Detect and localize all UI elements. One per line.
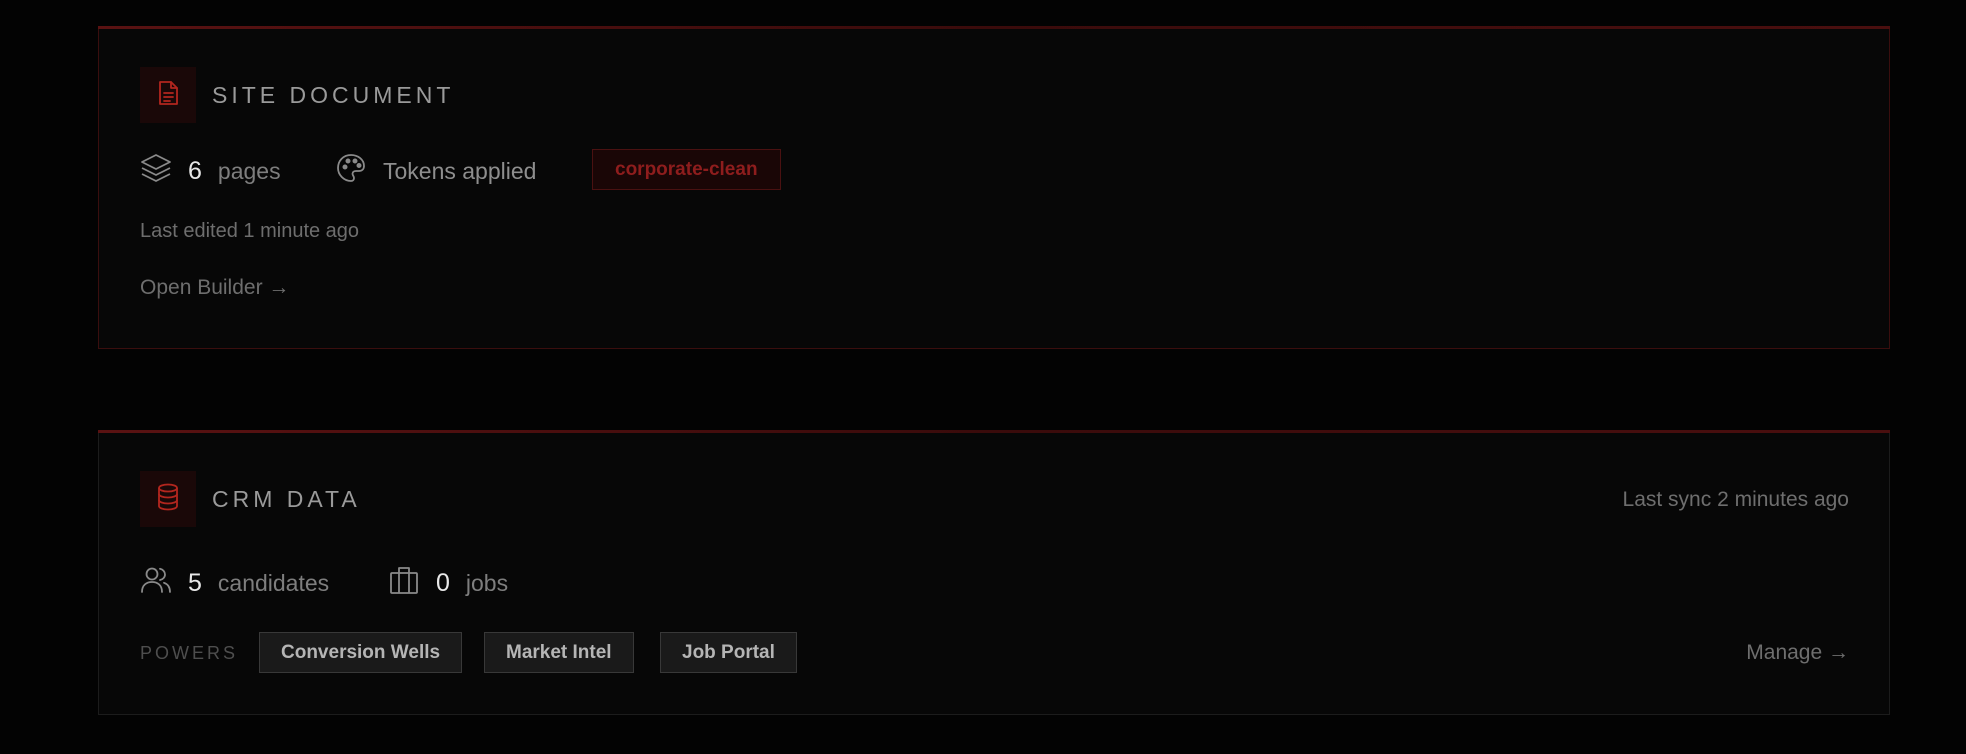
- candidates-count: 5: [188, 568, 202, 597]
- database-icon-box: [140, 471, 196, 527]
- jobs-count: 0: [436, 568, 450, 597]
- document-icon-box: [140, 67, 196, 123]
- pages-count: 6: [188, 156, 202, 185]
- pages-label: pages: [217, 157, 281, 184]
- briefcase-icon: [388, 564, 436, 602]
- users-icon: [140, 564, 188, 602]
- crm-data-title: CRM DATA: [212, 486, 361, 512]
- power-pill-conversion-wells[interactable]: Conversion Wells: [259, 632, 463, 673]
- jobs-label: jobs: [465, 569, 509, 596]
- theme-badge: corporate-clean: [592, 149, 781, 190]
- layers-icon: [140, 152, 188, 190]
- database-icon: [156, 483, 180, 516]
- power-pill-job-portal[interactable]: Job Portal: [660, 632, 797, 673]
- last-sync-text: Last sync 2 minutes ago: [1622, 488, 1849, 511]
- candidates-label: candidates: [217, 569, 330, 596]
- site-document-title: SITE DOCUMENT: [212, 82, 455, 108]
- crm-data-card: CRM DATA Last sync 2 minutes ago 5 candi…: [98, 430, 1890, 715]
- site-document-card: SITE DOCUMENT 6 pages Tokens applied cor…: [98, 26, 1890, 349]
- open-builder-link[interactable]: Open Builder →: [140, 276, 289, 300]
- last-edited-text: Last edited 1 minute ago: [140, 220, 360, 242]
- tokens-stat: Tokens applied: [335, 152, 536, 190]
- tokens-label: Tokens applied: [383, 157, 537, 184]
- manage-link[interactable]: Manage →: [1746, 641, 1849, 665]
- palette-icon: [335, 152, 383, 190]
- jobs-stat: 0 jobs: [388, 564, 508, 602]
- pages-stat: 6 pages: [140, 152, 281, 190]
- document-icon: [156, 80, 180, 111]
- power-pill-market-intel[interactable]: Market Intel: [484, 632, 634, 673]
- powers-label: POWERS: [140, 643, 239, 663]
- candidates-stat: 5 candidates: [140, 564, 329, 602]
